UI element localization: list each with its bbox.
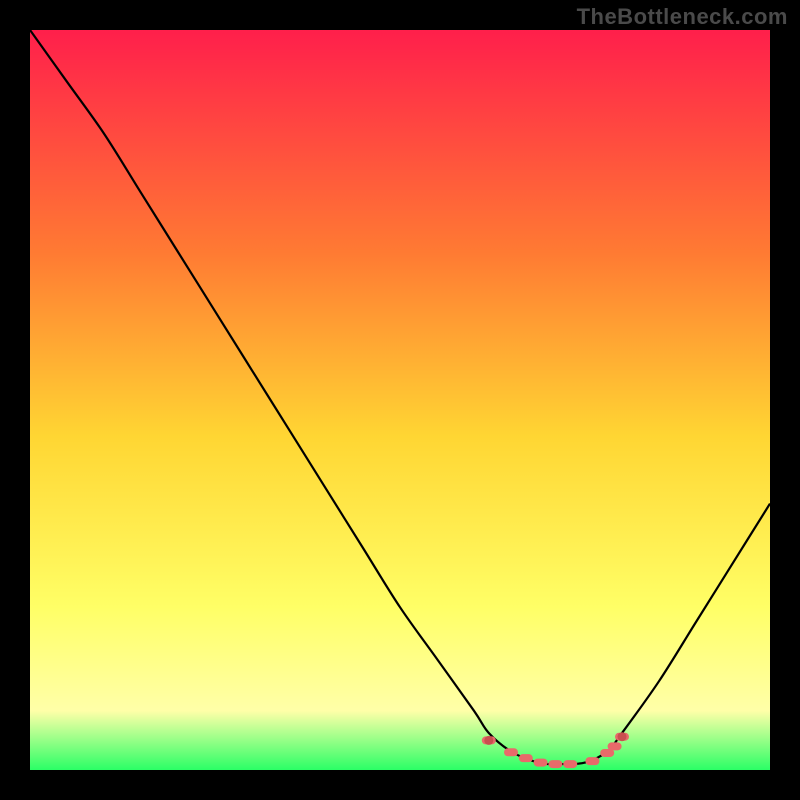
plot-area xyxy=(30,30,770,770)
optimal-marker-end xyxy=(618,732,627,741)
gradient-background xyxy=(30,30,770,770)
optimal-marker xyxy=(504,748,518,756)
optimal-marker xyxy=(608,742,622,750)
optimal-marker xyxy=(548,760,562,768)
optimal-marker-end xyxy=(484,736,493,745)
bottleneck-curve-svg xyxy=(30,30,770,770)
optimal-marker xyxy=(563,760,577,768)
watermark-text: TheBottleneck.com xyxy=(577,4,788,30)
optimal-marker xyxy=(519,754,533,762)
optimal-marker xyxy=(534,759,548,767)
chart-frame: TheBottleneck.com xyxy=(0,0,800,800)
optimal-marker xyxy=(585,757,599,765)
